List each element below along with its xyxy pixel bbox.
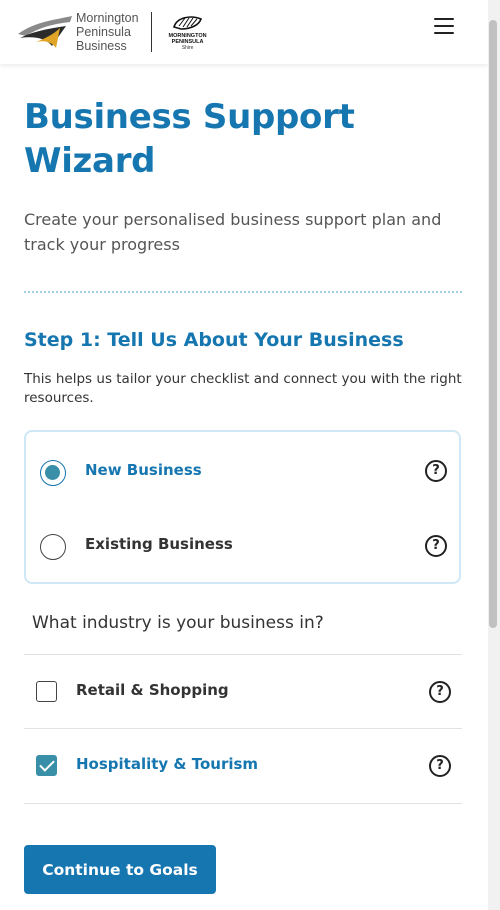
step-title: Step 1: Tell Us About Your Business [24, 329, 404, 351]
help-circle-icon[interactable]: ? [429, 755, 451, 777]
section-divider [24, 291, 462, 293]
checkbox-hospitality-tourism[interactable]: Hospitality & Tourism [36, 755, 456, 785]
brand-line-3: Business [76, 39, 127, 53]
brand-name: Mornington Peninsula Business [76, 11, 139, 53]
step-description: This helps us tailor your checklist and … [24, 371, 462, 406]
checkbox-retail-shopping[interactable]: Retail & Shopping [36, 681, 456, 711]
checkbox-label: Hospitality & Tourism [76, 755, 259, 773]
brand-line-1: Mornington [76, 11, 139, 25]
radio-label: New Business [85, 461, 202, 479]
industry-question: What industry is your business in? [32, 613, 324, 633]
radio-label: Existing Business [85, 535, 233, 553]
page-title: Business Support Wizard [24, 97, 355, 181]
radio-existing-business[interactable]: Existing Business [40, 534, 450, 562]
site-header: Mornington Peninsula Business MORNINGTON… [0, 0, 488, 64]
page-subtitle: Create your personalised business suppor… [24, 210, 442, 254]
menu-line [434, 25, 454, 27]
checkbox-label: Retail & Shopping [76, 681, 229, 699]
help-circle-icon[interactable]: ? [429, 681, 451, 703]
hamburger-menu-icon[interactable] [434, 18, 454, 36]
checkmark-icon[interactable] [36, 755, 57, 776]
help-circle-icon[interactable]: ? [425, 535, 447, 557]
menu-line [434, 32, 454, 34]
radio-button-selected[interactable] [40, 460, 66, 486]
checkbox[interactable] [36, 681, 57, 702]
divider [24, 654, 462, 655]
business-type-group: New Business ? Existing Business ? [24, 430, 461, 584]
scrollbar-thumb[interactable] [489, 20, 497, 628]
logo-swoosh-icon[interactable] [16, 12, 74, 52]
brand-line-2: Peninsula [76, 25, 131, 39]
main-content: Business Support Wizard Create your pers… [24, 64, 462, 804]
shire-shell-icon [172, 16, 202, 30]
brand-divider [150, 12, 152, 52]
divider [24, 728, 462, 729]
radio-new-business[interactable]: New Business [40, 460, 450, 488]
help-circle-icon[interactable]: ? [425, 460, 447, 482]
shire-subtitle: Shire [181, 45, 194, 51]
radio-button[interactable] [40, 534, 66, 560]
shire-logo[interactable]: MORNINGTON PENINSULA Shire [166, 13, 210, 51]
menu-line [434, 18, 454, 20]
continue-button[interactable]: Continue to Goals [24, 845, 216, 894]
divider [24, 803, 462, 804]
